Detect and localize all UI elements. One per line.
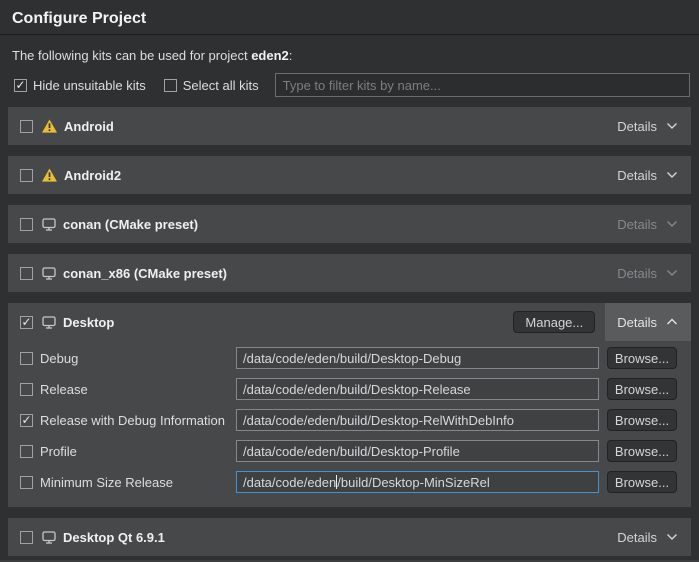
kit-checkbox[interactable] bbox=[20, 120, 33, 133]
build-dir-path: /data/code/eden/build/Desktop-Release bbox=[243, 382, 471, 397]
details-toggle[interactable]: Details bbox=[605, 518, 691, 556]
chevron-down-icon bbox=[666, 220, 678, 228]
filter-row: Hide unsuitable kits Select all kits bbox=[14, 73, 690, 97]
kit-name: conan_x86 (CMake preset) bbox=[63, 266, 227, 281]
filter-kits-input[interactable] bbox=[275, 73, 690, 97]
kit-name: Desktop Qt 6.9.1 bbox=[63, 530, 165, 545]
config-row-minsizerel: Minimum Size Release /data/code/eden/bui… bbox=[20, 471, 677, 493]
kit-panel-desktop: Desktop Manage... Details Debug /data/co… bbox=[8, 303, 691, 507]
details-label: Details bbox=[617, 315, 657, 330]
kit-header: Android2 Details bbox=[8, 156, 691, 194]
hide-unsuitable-kits-label: Hide unsuitable kits bbox=[33, 78, 146, 93]
config-checkbox[interactable] bbox=[20, 352, 33, 365]
subtitle-colon: : bbox=[289, 48, 293, 63]
details-toggle[interactable]: Details bbox=[605, 254, 691, 292]
checkbox-icon[interactable] bbox=[14, 79, 27, 92]
build-dir-path: /data/code/eden/build/Desktop-Profile bbox=[243, 444, 460, 459]
browse-button[interactable]: Browse... bbox=[607, 347, 677, 369]
desktop-icon bbox=[42, 316, 56, 329]
kits-subtitle: The following kits can be used for proje… bbox=[12, 48, 687, 64]
details-toggle[interactable]: Details bbox=[605, 303, 691, 341]
build-dir-input-focused[interactable]: /data/code/eden/build/Desktop-MinSizeRel bbox=[236, 471, 599, 493]
build-dir-path: /data/code/eden/build/Desktop-RelWithDeb… bbox=[243, 413, 514, 428]
config-label: Release bbox=[40, 382, 236, 397]
config-row-debug: Debug /data/code/eden/build/Desktop-Debu… bbox=[20, 347, 677, 369]
kit-panel-android: Android Details bbox=[8, 107, 691, 145]
config-label: Profile bbox=[40, 444, 236, 459]
details-label: Details bbox=[617, 119, 657, 134]
details-toggle[interactable]: Details bbox=[605, 107, 691, 145]
select-all-kits-label: Select all kits bbox=[183, 78, 259, 93]
build-dir-path: /build/Desktop-MinSizeRel bbox=[337, 475, 489, 490]
project-name: eden2 bbox=[251, 48, 289, 63]
details-label: Details bbox=[617, 217, 657, 232]
browse-button[interactable]: Browse... bbox=[607, 409, 677, 431]
kit-checkbox[interactable] bbox=[20, 316, 33, 329]
browse-button[interactable]: Browse... bbox=[607, 471, 677, 493]
build-dir-input[interactable]: /data/code/eden/build/Desktop-RelWithDeb… bbox=[236, 409, 599, 431]
kit-name: Android bbox=[64, 119, 114, 134]
browse-button[interactable]: Browse... bbox=[607, 378, 677, 400]
browse-button[interactable]: Browse... bbox=[607, 440, 677, 462]
checkbox-icon[interactable] bbox=[164, 79, 177, 92]
kit-panel-conan-x86: conan_x86 (CMake preset) Details bbox=[8, 254, 691, 292]
details-toggle[interactable]: Details bbox=[605, 156, 691, 194]
kit-header: conan_x86 (CMake preset) Details bbox=[8, 254, 691, 292]
kit-panel-desktop-qt-691: Desktop Qt 6.9.1 Details bbox=[8, 518, 691, 556]
config-checkbox[interactable] bbox=[20, 414, 33, 427]
hide-unsuitable-kits-checkbox[interactable]: Hide unsuitable kits bbox=[14, 78, 146, 93]
kit-header: conan (CMake preset) Details bbox=[8, 205, 691, 243]
kit-panel-conan: conan (CMake preset) Details bbox=[8, 205, 691, 243]
details-label: Details bbox=[617, 266, 657, 281]
build-dir-path: /data/code/eden/build/Desktop-Debug bbox=[243, 351, 461, 366]
kit-checkbox[interactable] bbox=[20, 218, 33, 231]
kit-panel-android2: Android2 Details bbox=[8, 156, 691, 194]
desktop-icon bbox=[42, 267, 56, 280]
config-label: Release with Debug Information bbox=[40, 413, 236, 428]
build-dir-path: /data/code/eden bbox=[243, 475, 336, 490]
config-label: Minimum Size Release bbox=[40, 475, 236, 490]
kit-name: conan (CMake preset) bbox=[63, 217, 198, 232]
kit-header: Android Details bbox=[8, 107, 691, 145]
config-row-profile: Profile /data/code/eden/build/Desktop-Pr… bbox=[20, 440, 677, 462]
config-checkbox[interactable] bbox=[20, 476, 33, 489]
config-checkbox[interactable] bbox=[20, 383, 33, 396]
kit-name: Desktop bbox=[63, 315, 114, 330]
kit-checkbox[interactable] bbox=[20, 267, 33, 280]
kit-header: Desktop Qt 6.9.1 Details bbox=[8, 518, 691, 556]
build-dir-input[interactable]: /data/code/eden/build/Desktop-Debug bbox=[236, 347, 599, 369]
config-row-relwithdebinfo: Release with Debug Information /data/cod… bbox=[20, 409, 677, 431]
kit-list: Android Details Android2 Details bbox=[8, 107, 691, 556]
desktop-icon bbox=[42, 218, 56, 231]
title-separator bbox=[0, 34, 699, 35]
details-label: Details bbox=[617, 530, 657, 545]
chevron-up-icon bbox=[666, 318, 678, 326]
chevron-down-icon bbox=[666, 269, 678, 277]
kit-checkbox[interactable] bbox=[20, 169, 33, 182]
chevron-down-icon bbox=[666, 122, 678, 130]
build-dir-input[interactable]: /data/code/eden/build/Desktop-Release bbox=[236, 378, 599, 400]
subtitle-text: The following kits can be used for proje… bbox=[12, 48, 251, 63]
chevron-down-icon bbox=[666, 171, 678, 179]
details-toggle[interactable]: Details bbox=[605, 205, 691, 243]
kit-header: Desktop Manage... Details bbox=[8, 303, 691, 341]
desktop-build-configs: Debug /data/code/eden/build/Desktop-Debu… bbox=[8, 341, 691, 507]
select-all-kits-checkbox[interactable]: Select all kits bbox=[164, 78, 259, 93]
config-label: Debug bbox=[40, 351, 236, 366]
chevron-down-icon bbox=[666, 533, 678, 541]
kit-name: Android2 bbox=[64, 168, 121, 183]
page-title: Configure Project bbox=[0, 0, 699, 34]
warning-icon bbox=[42, 168, 57, 182]
warning-icon bbox=[42, 119, 57, 133]
manage-button[interactable]: Manage... bbox=[513, 311, 595, 333]
details-label: Details bbox=[617, 168, 657, 183]
config-checkbox[interactable] bbox=[20, 445, 33, 458]
kit-checkbox[interactable] bbox=[20, 531, 33, 544]
config-row-release: Release /data/code/eden/build/Desktop-Re… bbox=[20, 378, 677, 400]
build-dir-input[interactable]: /data/code/eden/build/Desktop-Profile bbox=[236, 440, 599, 462]
desktop-icon bbox=[42, 531, 56, 544]
